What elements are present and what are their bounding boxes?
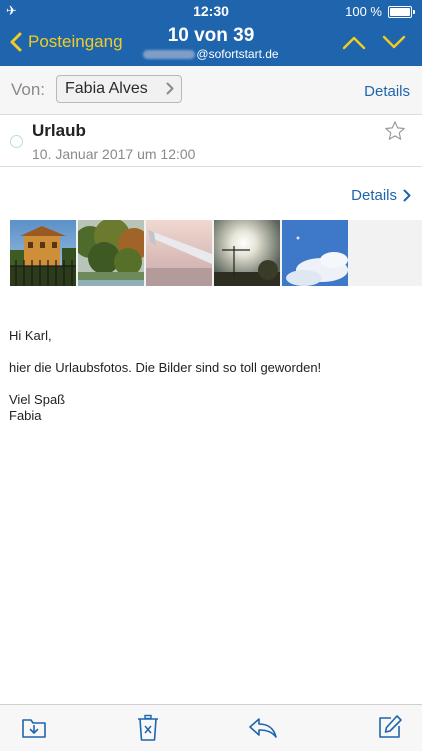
- message-body: Hi Karl, hier die Urlaubsfotos. Die Bild…: [9, 328, 409, 424]
- thumbnail-sky-clouds[interactable]: [282, 220, 348, 286]
- body-greeting: Hi Karl,: [9, 328, 52, 343]
- message-date: 10. Januar 2017 um 12:00: [32, 146, 196, 162]
- thumbnail-trees[interactable]: [78, 220, 144, 286]
- chevron-right-icon: [403, 189, 411, 202]
- sender-row: Von: Fabia Alves Details: [0, 66, 422, 115]
- battery-percentage: 100 %: [345, 4, 382, 19]
- next-message-icon[interactable]: [382, 34, 406, 50]
- previous-message-icon[interactable]: [342, 34, 366, 50]
- subject-row: Urlaub 10. Januar 2017 um 12:00: [0, 115, 422, 167]
- trash-icon[interactable]: [136, 714, 160, 742]
- compose-icon[interactable]: [377, 714, 403, 740]
- redacted-username: [143, 50, 196, 60]
- chevron-right-icon: [166, 82, 174, 95]
- thumbnail-sunset-crane[interactable]: [214, 220, 280, 286]
- message-subject: Urlaub: [32, 121, 86, 140]
- account-domain: @sofortstart.de: [196, 47, 279, 61]
- move-to-folder-icon[interactable]: [21, 714, 47, 740]
- battery-icon: [388, 6, 415, 18]
- body-signature: Fabia: [9, 408, 42, 423]
- message-navigation: [342, 34, 406, 50]
- attachments-details-label: Details: [351, 187, 397, 204]
- sender-name: Fabia Alves: [65, 80, 148, 97]
- from-label: Von:: [11, 80, 46, 99]
- navigation-bar: Posteingang 10 von 39 @sofortstart.de: [0, 22, 422, 66]
- attachment-strip: [10, 220, 422, 286]
- bottom-toolbar: [0, 704, 422, 751]
- status-bar: ✈ 12:30 100 %: [0, 0, 422, 22]
- thumbnail-airplane-wing[interactable]: [146, 220, 212, 286]
- attachments-details-link[interactable]: Details: [351, 187, 411, 204]
- body-text: hier die Urlaubsfotos. Die Bilder sind s…: [9, 360, 322, 375]
- body-closing: Viel Spaß: [9, 392, 66, 407]
- thumbnail-villa[interactable]: [10, 220, 76, 286]
- unread-indicator[interactable]: [10, 135, 23, 148]
- sender-chip[interactable]: Fabia Alves: [56, 75, 182, 103]
- star-icon[interactable]: [384, 120, 406, 142]
- header-details-link[interactable]: Details: [364, 83, 410, 100]
- reply-icon[interactable]: [248, 717, 278, 739]
